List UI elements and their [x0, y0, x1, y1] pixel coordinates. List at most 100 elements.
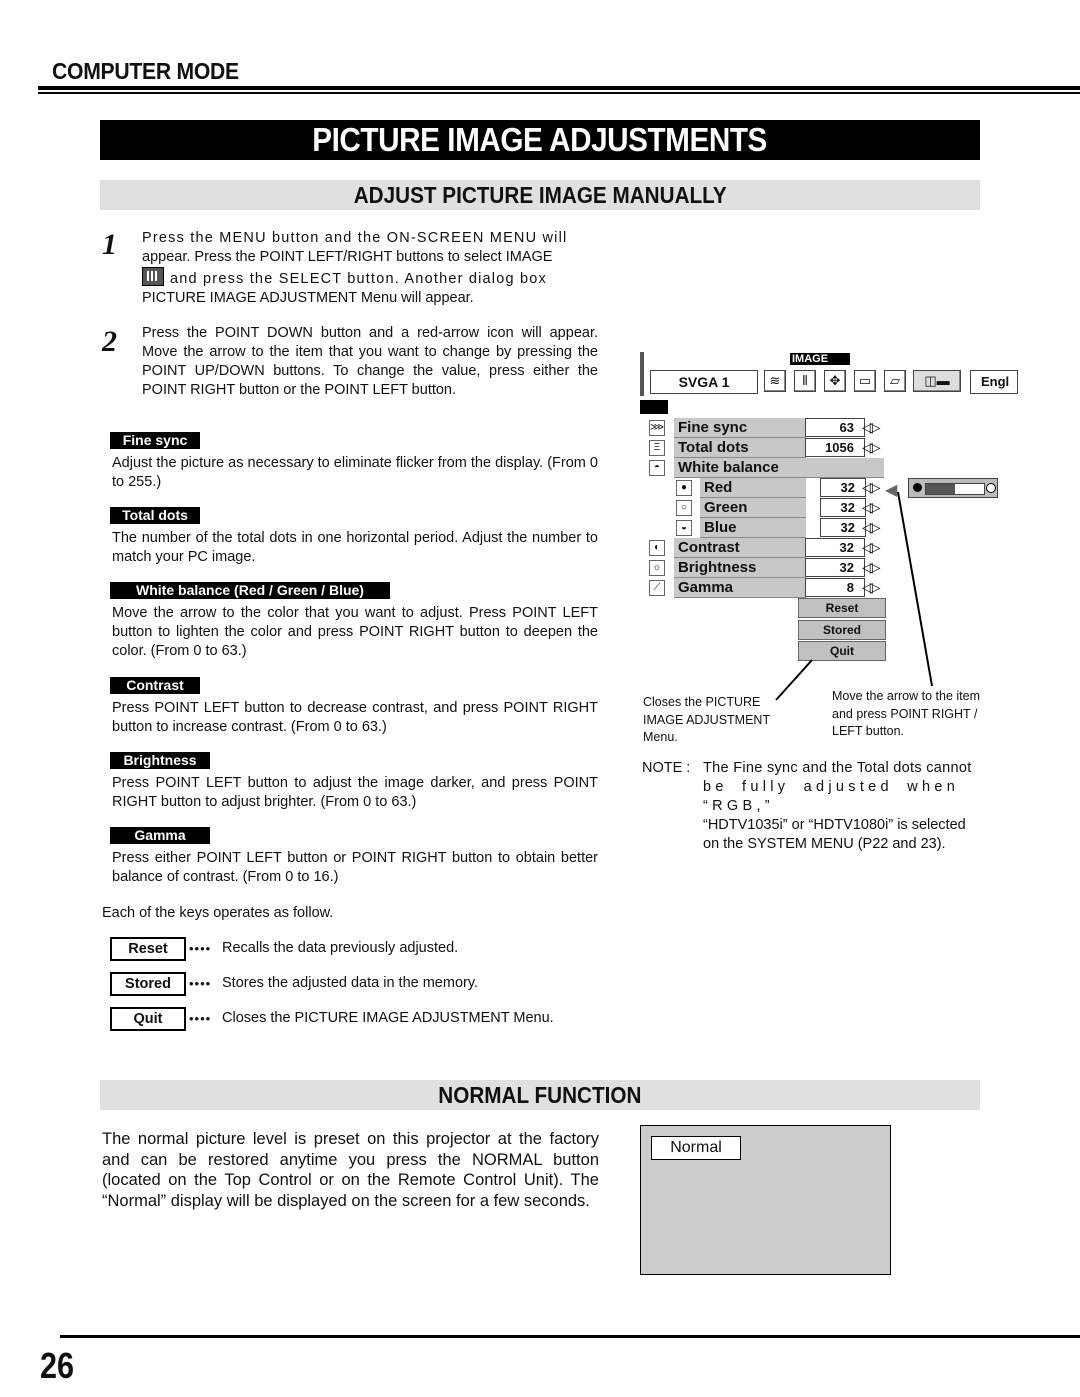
- subsection-heading-text: ADJUST PICTURE IMAGE MANUALLY: [353, 182, 727, 208]
- image-level-icon: ⦀: [794, 370, 816, 392]
- left-right-arrows-icon[interactable]: ◁▷: [862, 558, 880, 576]
- note-line: on the SYSTEM MENU (P22 and 23).: [703, 836, 946, 852]
- note-line: The Fine sync and the Total dots cannot: [703, 760, 972, 776]
- step-2-text: Press the POINT DOWN button and a red-ar…: [142, 325, 598, 398]
- normal-function-heading-text: NORMAL FUNCTION: [438, 1082, 642, 1108]
- white-balance-description: Move the arrow to the color that you wan…: [112, 605, 598, 659]
- total-dots-icon: Ξ: [649, 440, 665, 456]
- white-balance-tag: White balance (Red / Green / Blue): [110, 582, 390, 599]
- osd-row-label[interactable]: Gamma: [674, 578, 806, 598]
- osd-row-value: 32: [820, 518, 866, 537]
- arrow-callout-line: [897, 491, 933, 687]
- step-1-line: PICTURE IMAGE ADJUSTMENT Menu will appea…: [142, 290, 474, 306]
- header-rule: [38, 86, 1080, 90]
- header-rule-thin: [38, 92, 1080, 94]
- callout-line: and press POINT RIGHT /: [832, 706, 978, 721]
- normal-function-heading: NORMAL FUNCTION: [100, 1080, 980, 1110]
- note-line: be fully adjusted when “RGB,”: [703, 779, 960, 814]
- image-adjust-icon: ≋: [764, 370, 786, 392]
- osd-row-label[interactable]: Brightness: [674, 558, 806, 578]
- normal-function-text: The normal picture level is preset on th…: [102, 1130, 599, 1210]
- green-icon: ○: [676, 500, 692, 516]
- osd-row-value: 63: [805, 418, 865, 437]
- reset-key-description: Recalls the data previously adjusted.: [222, 940, 459, 956]
- brightness-tag: Brightness: [110, 752, 210, 769]
- key-dots: ••••: [189, 1011, 212, 1026]
- pc-adjust-icon: ▭: [854, 370, 876, 392]
- osd-row-label[interactable]: Green: [700, 498, 806, 518]
- brightness-icon: ☼: [649, 560, 665, 576]
- arrow-callout-text: Move the arrow to the item and press POI…: [832, 688, 980, 741]
- note-prefix: NOTE :: [642, 760, 691, 776]
- step-number: 1: [102, 228, 117, 261]
- step-1-line: and press the SELECT button. Another dia…: [170, 271, 547, 287]
- normal-display-label: Normal: [651, 1136, 741, 1160]
- left-right-arrows-icon[interactable]: ◁▷: [862, 518, 880, 536]
- fine-sync-description: Adjust the picture as necessary to elimi…: [112, 455, 598, 490]
- page-title: PICTURE IMAGE ADJUSTMENTS: [100, 120, 980, 160]
- quit-key-description: Closes the PICTURE IMAGE ADJUSTMENT Menu…: [222, 1010, 554, 1026]
- left-right-arrows-icon[interactable]: ◁▷: [862, 418, 880, 436]
- gamma-tag: Gamma: [110, 827, 210, 844]
- stored-key-description: Stores the adjusted data in the memory.: [222, 975, 479, 991]
- keys-intro: Each of the keys operates as follow.: [102, 905, 334, 921]
- gamma-icon: ⟋: [649, 580, 665, 596]
- callout-line: Closes the PICTURE: [643, 695, 761, 709]
- osd-menu-title: IMAGE: [790, 353, 850, 365]
- step-1-line: Press the MENU button and the ON-SCREEN …: [142, 230, 568, 246]
- fine-sync-icon: ⋙: [649, 420, 665, 436]
- osd-selector-block: [640, 400, 668, 414]
- brightness-description: Press POINT LEFT button to adjust the im…: [112, 775, 598, 810]
- osd-row-label[interactable]: Fine sync: [674, 418, 806, 438]
- step-number: 2: [102, 325, 117, 358]
- left-right-arrows-icon[interactable]: ◁▷: [862, 438, 880, 456]
- osd-row-label[interactable]: Contrast: [674, 538, 806, 558]
- osd-row-label[interactable]: Total dots: [674, 438, 806, 458]
- callout-line: Menu.: [643, 730, 678, 744]
- footer-rule: [60, 1335, 1080, 1338]
- reset-key: Reset: [110, 937, 186, 961]
- contrast-tag: Contrast: [110, 677, 200, 694]
- setting-icon: ◫▬: [913, 370, 961, 392]
- osd-row-value: 32: [805, 558, 865, 577]
- blue-icon: ◒: [676, 520, 692, 536]
- quit-callout-line: [775, 659, 813, 701]
- total-dots-tag: Total dots: [110, 507, 200, 524]
- osd-system-box: SVGA 1: [650, 370, 758, 394]
- callout-line: LEFT button.: [832, 724, 905, 738]
- osd-reset-button[interactable]: Reset: [798, 598, 886, 618]
- osd-row-value: 1056: [805, 438, 865, 457]
- screen-icon: ▱: [884, 370, 906, 392]
- left-right-arrows-icon[interactable]: ◁▷: [862, 478, 880, 496]
- key-dots: ••••: [189, 976, 212, 991]
- slider-max-icon: [986, 483, 996, 493]
- fine-sync-tag: Fine sync: [110, 432, 200, 449]
- section-label: COMPUTER MODE: [52, 58, 239, 84]
- osd-row-label[interactable]: Red: [700, 478, 806, 498]
- contrast-icon: ◐: [649, 540, 665, 556]
- subsection-heading: ADJUST PICTURE IMAGE MANUALLY: [100, 180, 980, 210]
- stored-key: Stored: [110, 972, 186, 996]
- osd-row-value: 32: [820, 478, 866, 497]
- osd-row-label[interactable]: Blue: [700, 518, 806, 538]
- image-adjust-icon: [142, 267, 164, 286]
- quit-callout-text: Closes the PICTURE IMAGE ADJUSTMENT Menu…: [643, 694, 770, 747]
- osd-row-value: 32: [805, 538, 865, 557]
- page-number: 26: [40, 1345, 75, 1386]
- key-dots: ••••: [189, 941, 212, 956]
- step-1-text: Press the MENU button and the ON-SCREEN …: [142, 229, 598, 308]
- osd-menu-edge: [640, 352, 644, 396]
- osd-row-value: 32: [820, 498, 866, 517]
- osd-row-label[interactable]: White balance: [674, 458, 884, 478]
- white-balance-icon: ◓: [649, 460, 665, 476]
- callout-line: Move the arrow to the item: [832, 689, 980, 703]
- osd-stored-button[interactable]: Stored: [798, 620, 886, 640]
- left-right-arrows-icon[interactable]: ◁▷: [862, 578, 880, 596]
- page-title-text: PICTURE IMAGE ADJUSTMENTS: [312, 121, 768, 158]
- note-line: “HDTV1035i” or “HDTV1080i” is selected: [703, 817, 966, 833]
- left-right-arrows-icon[interactable]: ◁▷: [862, 498, 880, 516]
- callout-line: IMAGE ADJUSTMENT: [643, 712, 771, 727]
- red-icon: ●: [676, 480, 692, 496]
- osd-language-box: Engl: [970, 370, 1018, 394]
- left-right-arrows-icon[interactable]: ◁▷: [862, 538, 880, 556]
